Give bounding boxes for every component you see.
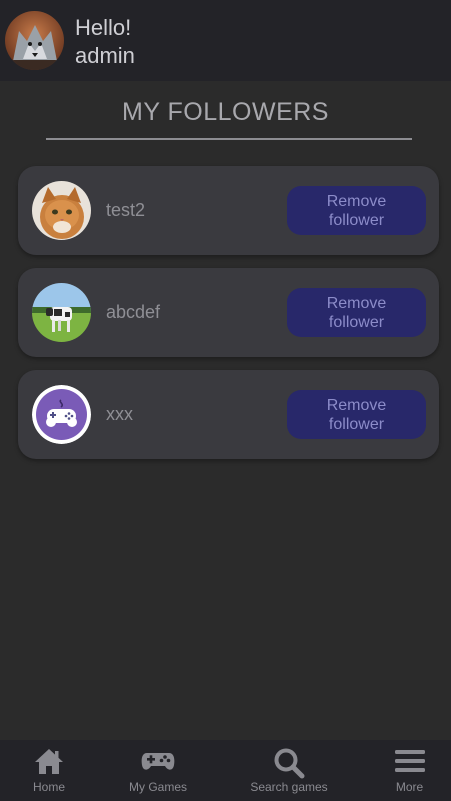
remove-follower-button[interactable]: Remove follower <box>287 288 426 337</box>
top-bar: Hello! admin <box>0 0 451 81</box>
nav-home[interactable]: Home <box>0 740 98 801</box>
follower-card: test2 Remove follower <box>18 166 439 255</box>
username-text: admin <box>75 43 135 68</box>
remove-follower-button[interactable]: Remove follower <box>287 186 426 235</box>
app-root: Hello! admin MY FOLLOWERS test2 Remove f… <box>0 0 451 801</box>
follower-avatar[interactable] <box>32 283 91 342</box>
nav-home-label: Home <box>32 780 65 794</box>
user-avatar[interactable] <box>5 11 64 70</box>
menu-icon <box>394 750 425 772</box>
cat-photo-icon <box>32 181 91 240</box>
remove-follower-button[interactable]: Remove follower <box>287 390 426 439</box>
gamepad-avatar-icon <box>32 385 91 444</box>
nav-search-games[interactable]: Search games <box>228 740 350 801</box>
follower-name: abcdef <box>106 302 161 322</box>
cow-photo-icon <box>32 283 91 342</box>
greeting-text: Hello! <box>75 15 132 40</box>
home-icon <box>35 749 63 774</box>
title-divider <box>46 138 412 140</box>
nav-more[interactable]: More <box>368 740 451 801</box>
wolf-avatar-icon <box>5 11 64 70</box>
nav-search-games-label: Search games <box>250 780 328 794</box>
nav-more-label: More <box>395 780 424 794</box>
search-icon <box>274 748 305 779</box>
follower-card: abcdef Remove follower <box>18 268 439 357</box>
bottom-nav: Home My Games Search games More <box>0 740 451 801</box>
follower-avatar[interactable] <box>32 181 91 240</box>
nav-my-games-label: My Games <box>128 780 187 794</box>
nav-my-games[interactable]: My Games <box>98 740 218 801</box>
follower-name: test2 <box>106 200 146 220</box>
page-title: MY FOLLOWERS <box>122 98 329 126</box>
gamepad-icon <box>141 753 175 770</box>
follower-avatar[interactable] <box>32 385 91 444</box>
follower-name: xxx <box>106 404 133 424</box>
follower-card: xxx Remove follower <box>18 370 439 459</box>
